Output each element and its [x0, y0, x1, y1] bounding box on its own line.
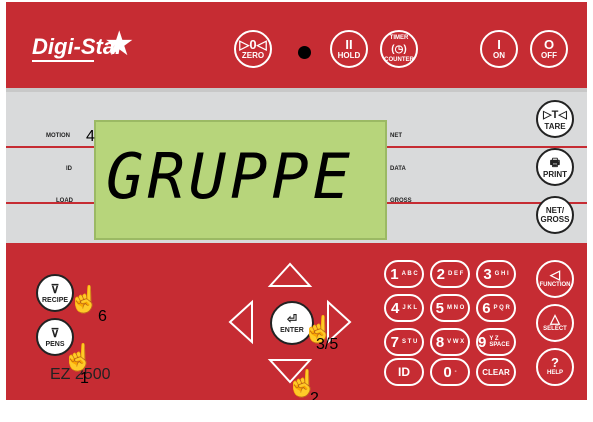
zero-button[interactable]: ▷0◁ ZERO — [234, 30, 272, 68]
key-8[interactable]: 8V W X — [430, 328, 470, 356]
hand-pointer-icon: ☝ — [62, 342, 95, 372]
tare-icon: ▷T◁ — [543, 108, 567, 121]
timer-icon: (◷) — [391, 43, 407, 55]
select-button[interactable]: △ SELECT — [536, 304, 574, 342]
on-button[interactable]: I ON — [480, 30, 518, 68]
key-5[interactable]: 5M N O — [430, 294, 470, 322]
net-gross-button[interactable]: NET/ GROSS — [536, 196, 574, 234]
key-0[interactable]: 0- — [430, 358, 470, 386]
gross-label: GROSS — [390, 198, 412, 204]
pause-icon: II — [345, 37, 353, 52]
hold-button[interactable]: II HOLD — [330, 30, 368, 68]
key-7[interactable]: 7S T U — [384, 328, 424, 356]
key-1[interactable]: 1A B C — [384, 260, 424, 288]
status-led — [298, 46, 311, 59]
data-label: DATA — [390, 166, 406, 172]
print-button[interactable]: 🖶 PRINT — [536, 148, 574, 186]
key-3[interactable]: 3G H I — [476, 260, 516, 288]
motion-label: MOTION — [46, 133, 70, 139]
timer-counter-button[interactable]: TIMER (◷) COUNTER — [380, 30, 418, 68]
lcd-step-number: 4 — [86, 128, 95, 145]
net-label: NET — [390, 133, 402, 139]
help-icon: ? — [551, 355, 559, 370]
tare-button[interactable]: ▷T◁ TARE — [536, 100, 574, 138]
load-line — [6, 202, 94, 204]
step-marker-pens: 1 — [80, 370, 89, 387]
off-button[interactable]: O OFF — [530, 30, 568, 68]
key-2[interactable]: 2D E F — [430, 260, 470, 288]
step-marker-enter: 3/5 — [316, 336, 339, 353]
left-arrow-icon[interactable] — [228, 299, 253, 345]
id-label: ID — [66, 166, 72, 172]
step-marker-down: 2 — [310, 390, 319, 400]
scale-indicator-panel: Digi-Star ★ ▷0◁ ZERO II HOLD TIMER (◷) C… — [6, 2, 587, 400]
zero-icon: ▷0◁ — [239, 37, 267, 52]
hand-pointer-icon: ☝ — [68, 284, 101, 314]
power-off-icon: O — [543, 37, 555, 52]
function-icon: ◁ — [550, 267, 560, 282]
printer-icon: 🖶 — [549, 156, 561, 169]
motion-line — [6, 146, 94, 148]
key-4[interactable]: 4J K L — [384, 294, 424, 322]
load-label: LOAD — [56, 198, 73, 204]
power-on-icon: I — [497, 37, 501, 52]
up-arrow-icon[interactable] — [267, 262, 313, 287]
key-id[interactable]: ID — [384, 358, 424, 386]
help-button[interactable]: ? HELP — [536, 348, 574, 386]
lcd-text: GRUPPE — [106, 140, 354, 213]
clear-button[interactable]: CLEAR — [476, 358, 516, 386]
pens-icon: ⊽ — [50, 325, 60, 340]
step-marker-recipe: 6 — [98, 308, 107, 325]
star-icon: ★ — [104, 25, 135, 63]
recipe-icon: ⊽ — [50, 281, 60, 296]
key-9[interactable]: 9Y Z SPACE — [476, 328, 516, 356]
select-icon: △ — [550, 311, 560, 326]
enter-icon: ⏎ — [286, 311, 298, 326]
function-button[interactable]: ◁ FUNCTION — [536, 260, 574, 298]
key-6[interactable]: 6P Q R — [476, 294, 516, 322]
